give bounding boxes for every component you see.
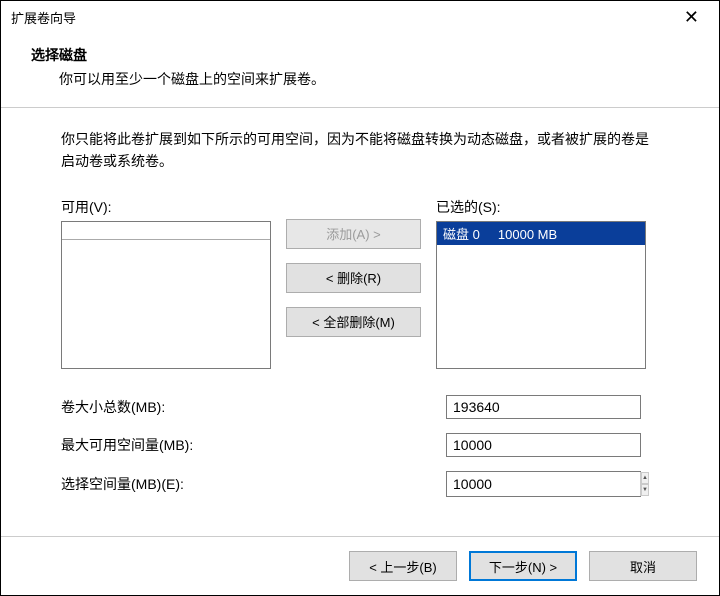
window-title: 扩展卷向导: [11, 8, 76, 27]
size-fields: 卷大小总数(MB): 193640 最大可用空间量(MB): 10000 选择空…: [61, 395, 659, 497]
remove-button[interactable]: < 删除(R): [286, 263, 421, 293]
select-size-row: 选择空间量(MB)(E): ▲ ▼: [61, 471, 659, 497]
available-listbox-header: [62, 222, 270, 240]
available-label: 可用(V):: [61, 197, 271, 217]
back-button[interactable]: < 上一步(B): [349, 551, 457, 581]
next-button[interactable]: 下一步(N) >: [469, 551, 577, 581]
selected-column: 已选的(S): 磁盘 0 10000 MB: [436, 197, 646, 369]
wizard-window: 扩展卷向导 ✕ 选择磁盘 你可以用至少一个磁盘上的空间来扩展卷。 你只能将此卷扩…: [0, 0, 720, 596]
spin-up-icon[interactable]: ▲: [641, 472, 649, 484]
total-size-label: 卷大小总数(MB):: [61, 397, 446, 417]
transfer-buttons-column: 添加(A) > < 删除(R) < 全部删除(M): [271, 197, 436, 369]
selected-disk-item[interactable]: 磁盘 0 10000 MB: [437, 222, 645, 245]
select-size-label: 选择空间量(MB)(E):: [61, 474, 446, 494]
header-subtitle: 你可以用至少一个磁盘上的空间来扩展卷。: [31, 69, 689, 89]
wizard-footer: < 上一步(B) 下一步(N) > 取消: [1, 536, 719, 595]
add-button[interactable]: 添加(A) >: [286, 219, 421, 249]
remove-all-button[interactable]: < 全部删除(M): [286, 307, 421, 337]
total-size-value: 193640: [446, 395, 641, 419]
titlebar: 扩展卷向导 ✕: [1, 1, 719, 33]
intro-text: 你只能将此卷扩展到如下所示的可用空间，因为不能将磁盘转换为动态磁盘，或者被扩展的…: [61, 128, 659, 173]
available-listbox[interactable]: [61, 221, 271, 369]
content-area: 你只能将此卷扩展到如下所示的可用空间，因为不能将磁盘转换为动态磁盘，或者被扩展的…: [1, 108, 719, 536]
max-avail-label: 最大可用空间量(MB):: [61, 435, 446, 455]
disk-selection-area: 可用(V): 添加(A) > < 删除(R) < 全部删除(M) 已选的(S):…: [61, 197, 659, 369]
select-size-input[interactable]: [447, 472, 640, 496]
max-avail-value: 10000: [446, 433, 641, 457]
close-icon[interactable]: ✕: [674, 8, 709, 26]
total-size-row: 卷大小总数(MB): 193640: [61, 395, 659, 419]
spin-down-icon[interactable]: ▼: [641, 484, 649, 496]
cancel-button[interactable]: 取消: [589, 551, 697, 581]
header-title: 选择磁盘: [31, 45, 689, 65]
available-column: 可用(V):: [61, 197, 271, 369]
selected-label: 已选的(S):: [436, 197, 646, 217]
selected-listbox[interactable]: 磁盘 0 10000 MB: [436, 221, 646, 369]
max-avail-row: 最大可用空间量(MB): 10000: [61, 433, 659, 457]
select-size-spinbox[interactable]: ▲ ▼: [446, 471, 641, 497]
wizard-header: 选择磁盘 你可以用至少一个磁盘上的空间来扩展卷。: [1, 33, 719, 107]
spin-buttons: ▲ ▼: [640, 472, 649, 496]
